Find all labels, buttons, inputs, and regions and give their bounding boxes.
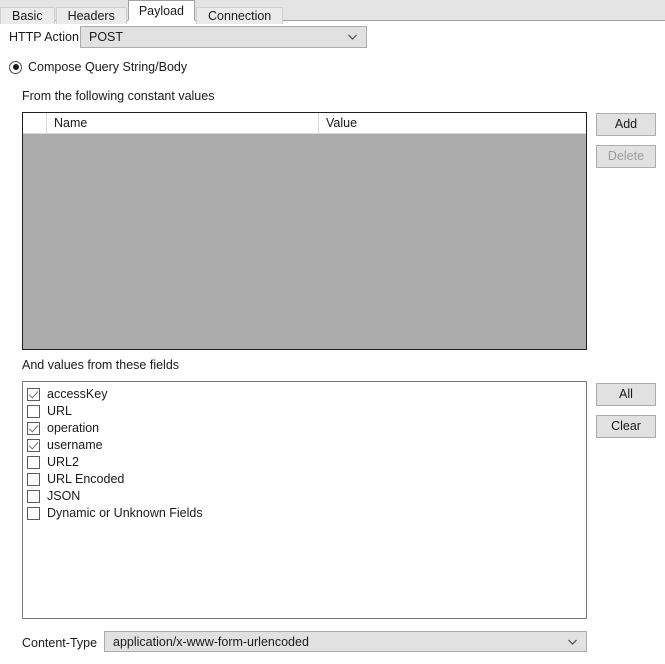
fields-caption: And values from these fields bbox=[22, 358, 180, 372]
field-list-item-label: accessKey bbox=[47, 387, 108, 401]
field-list-item-label: URL bbox=[47, 404, 73, 418]
tab-list: Basic Headers Payload Connection bbox=[0, 0, 284, 24]
add-button[interactable]: Add bbox=[596, 113, 656, 136]
select-all-button[interactable]: All bbox=[596, 383, 656, 406]
constants-caption: From the following constant values bbox=[22, 89, 215, 103]
http-action-dropdown[interactable]: POST bbox=[80, 26, 367, 48]
checkbox-checked-icon[interactable] bbox=[27, 388, 40, 401]
field-list-item-label: Dynamic or Unknown Fields bbox=[47, 506, 203, 520]
tab-strip: Basic Headers Payload Connection bbox=[0, 0, 665, 24]
tab-headers[interactable]: Headers bbox=[55, 7, 127, 24]
checkbox-unchecked-icon[interactable] bbox=[27, 507, 40, 520]
compose-query-label: Compose Query String/Body bbox=[28, 60, 188, 74]
column-header-value[interactable]: Value bbox=[319, 113, 586, 133]
chevron-down-icon bbox=[347, 32, 358, 43]
content-type-label: Content-Type bbox=[22, 636, 98, 650]
field-list-item[interactable]: Dynamic or Unknown Fields bbox=[27, 505, 586, 522]
column-header-selector[interactable] bbox=[23, 113, 47, 133]
content-type-value: application/x-www-form-urlencoded bbox=[113, 634, 309, 649]
field-list-item[interactable]: URL2 bbox=[27, 454, 586, 471]
column-header-name[interactable]: Name bbox=[47, 113, 319, 133]
tab-connection[interactable]: Connection bbox=[196, 7, 284, 24]
checkbox-unchecked-icon[interactable] bbox=[27, 456, 40, 469]
fields-checkbox-list[interactable]: accessKey URL operation username URL2 URL Enc… bbox=[22, 381, 587, 619]
content-type-dropdown[interactable]: application/x-www-form-urlencoded bbox=[104, 631, 587, 652]
field-list-item[interactable]: accessKey bbox=[27, 386, 586, 403]
field-list-item-label: JSON bbox=[47, 489, 81, 503]
field-list-item[interactable]: JSON bbox=[27, 488, 586, 505]
field-list-item-label: operation bbox=[47, 421, 100, 435]
compose-query-radio[interactable] bbox=[9, 60, 22, 74]
tab-payload[interactable]: Payload bbox=[127, 0, 196, 21]
checkbox-checked-icon[interactable] bbox=[27, 422, 40, 435]
delete-button: Delete bbox=[596, 145, 656, 168]
field-list-item-label: URL Encoded bbox=[47, 472, 125, 486]
http-action-label: HTTP Action bbox=[9, 30, 79, 44]
compose-query-radio-row[interactable]: Compose Query String/Body bbox=[9, 60, 187, 74]
clear-selection-button[interactable]: Clear bbox=[596, 415, 656, 438]
field-list-item[interactable]: URL Encoded bbox=[27, 471, 586, 488]
field-list-item[interactable]: operation bbox=[27, 420, 586, 437]
tab-basic[interactable]: Basic bbox=[0, 7, 55, 24]
chevron-down-icon bbox=[567, 636, 578, 647]
http-action-value: POST bbox=[89, 30, 124, 44]
field-list-item-label: URL2 bbox=[47, 455, 79, 469]
constant-values-table[interactable]: Name Value bbox=[22, 112, 587, 350]
checkbox-unchecked-icon[interactable] bbox=[27, 405, 40, 418]
checkbox-checked-icon[interactable] bbox=[27, 439, 40, 452]
table-body-empty[interactable] bbox=[23, 134, 586, 349]
table-header-row: Name Value bbox=[23, 113, 586, 134]
field-list-item[interactable]: URL bbox=[27, 403, 586, 420]
field-list-item[interactable]: username bbox=[27, 437, 586, 454]
field-list-item-label: username bbox=[47, 438, 103, 452]
checkbox-unchecked-icon[interactable] bbox=[27, 490, 40, 503]
checkbox-unchecked-icon[interactable] bbox=[27, 473, 40, 486]
